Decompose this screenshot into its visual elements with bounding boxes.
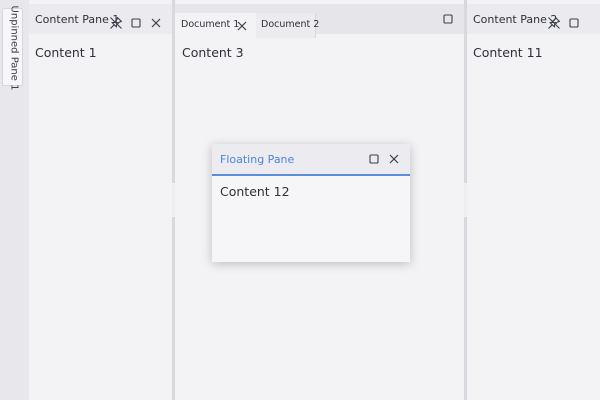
unpinned-panes-strip: Unpinned Pane 1: [0, 0, 29, 400]
maximize-icon[interactable]: [367, 152, 381, 166]
maximize-icon[interactable]: [129, 16, 143, 30]
content-pane-1: Content Pane 1 Content 1: [29, 0, 172, 400]
content-pane-2-title: Content Pane 2: [473, 13, 558, 26]
content-pane-1-header[interactable]: Content Pane 1: [29, 4, 172, 34]
content-pane-1-title: Content Pane 1: [35, 13, 120, 26]
content-pane-1-content: Content 1: [35, 45, 97, 60]
floating-pane-content: Content 12: [220, 184, 290, 199]
docking-layout: Unpinned Pane 1 Content Pane 1 Content 1…: [0, 0, 600, 400]
close-icon[interactable]: [387, 152, 401, 166]
document-1-content: Content 3: [182, 45, 244, 60]
tab-document-2-label: Document 2: [261, 19, 320, 30]
document-tab-strip: Document 1 Document 2: [175, 4, 464, 38]
content-pane-2: Content Pane 2 Content 11: [467, 0, 600, 400]
unpinned-pane-label: Unpinned Pane 1: [8, 5, 20, 91]
tab-document-1-label: Document 1: [181, 19, 240, 30]
close-icon[interactable]: [149, 16, 163, 30]
content-pane-2-content: Content 11: [473, 45, 543, 60]
floating-pane: Floating Pane Content 12: [212, 144, 410, 262]
close-icon[interactable]: [235, 19, 249, 33]
pin-off-icon[interactable]: [547, 16, 561, 30]
tab-document-2[interactable]: Document 2: [256, 13, 320, 38]
maximize-icon[interactable]: [567, 16, 581, 30]
unpinned-pane-tab[interactable]: Unpinned Pane 1: [2, 6, 23, 90]
tab-document-1[interactable]: Document 1: [175, 13, 256, 38]
maximize-icon[interactable]: [441, 12, 455, 26]
floating-pane-title: Floating Pane: [220, 153, 295, 166]
floating-pane-header[interactable]: Floating Pane: [212, 144, 410, 176]
pin-off-icon[interactable]: [109, 16, 123, 30]
content-pane-2-header[interactable]: Content Pane 2: [467, 4, 600, 34]
